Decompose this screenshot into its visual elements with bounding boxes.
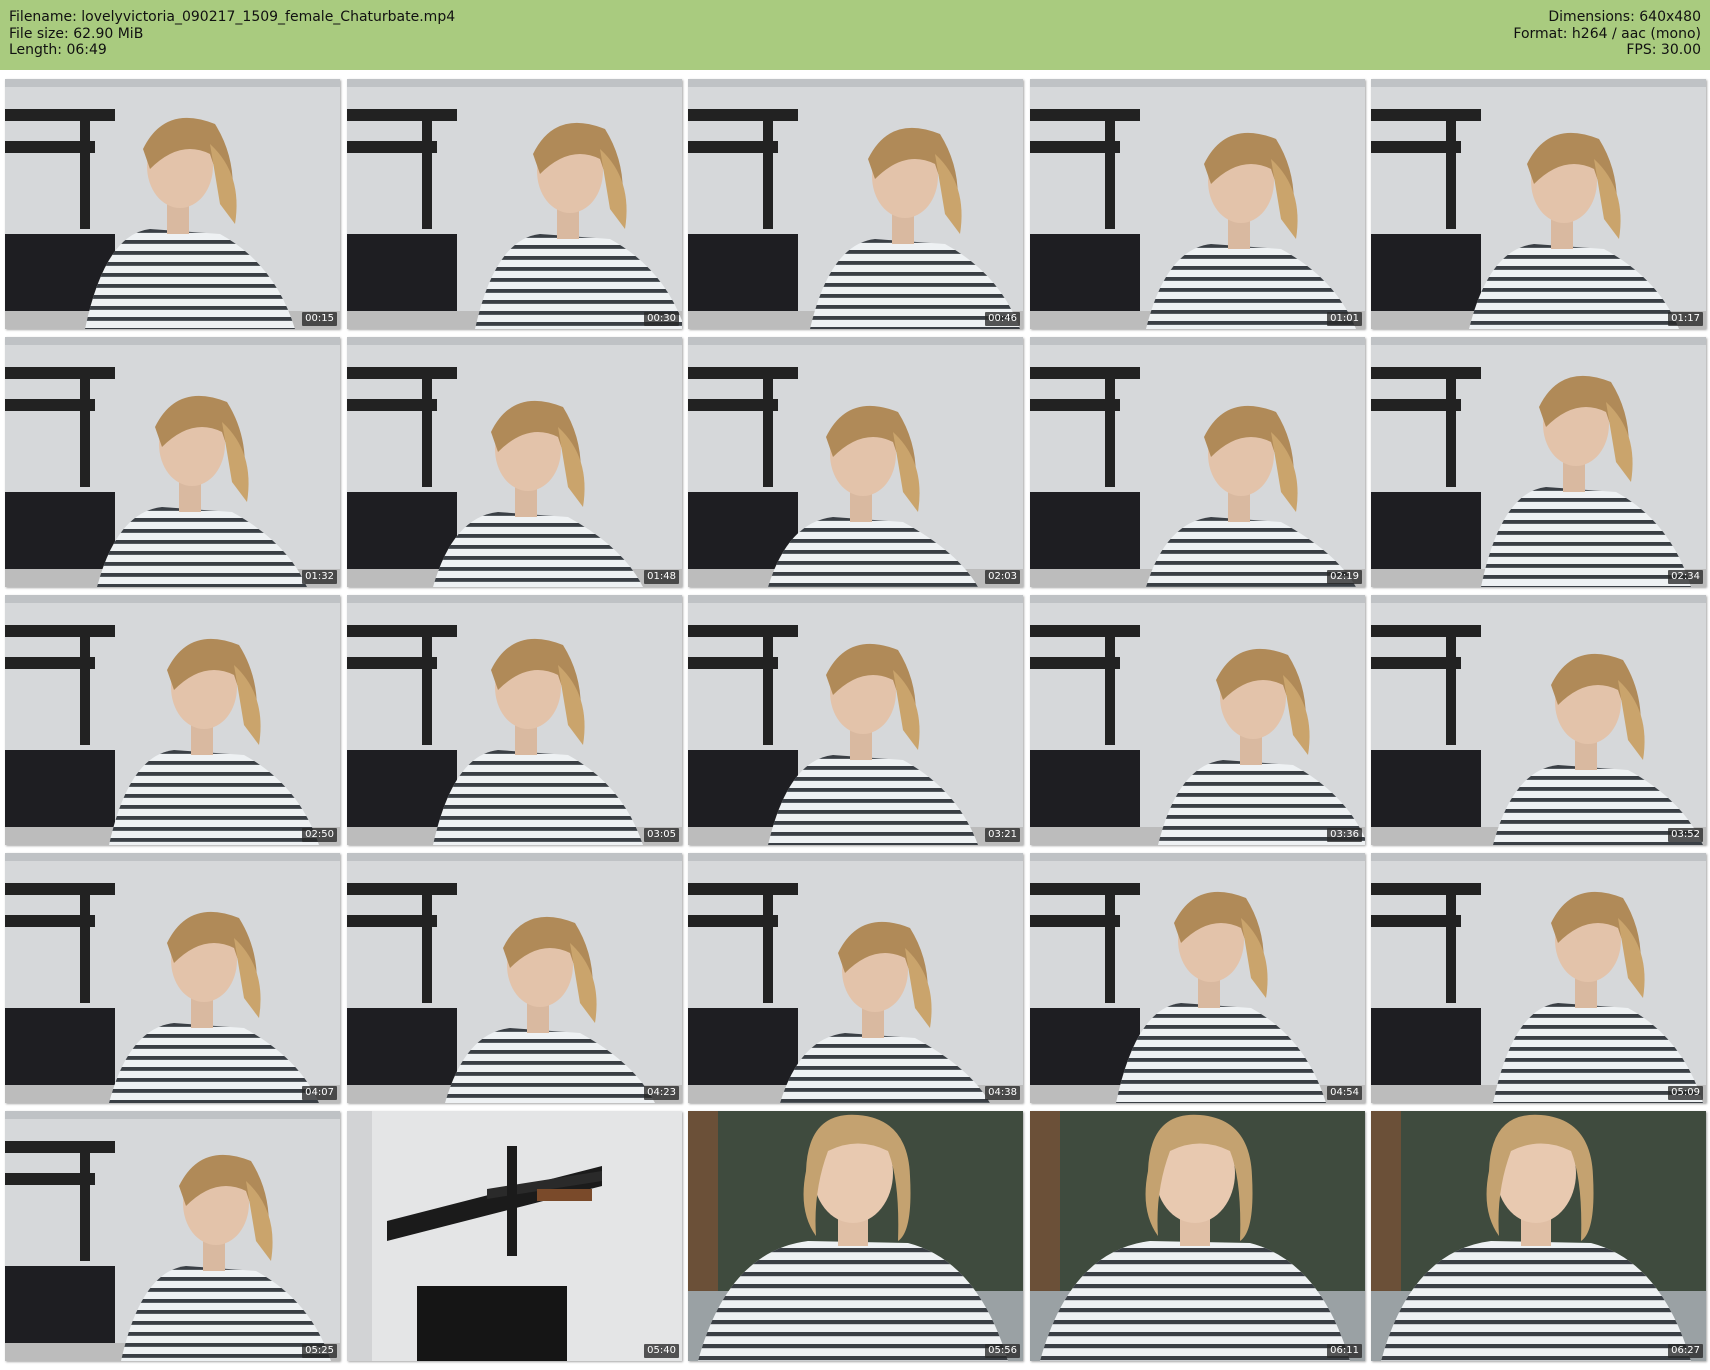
frame-image bbox=[1030, 337, 1365, 587]
timestamp-label: 06:11 bbox=[1327, 1344, 1362, 1358]
timestamp-label: 05:09 bbox=[1668, 1086, 1703, 1100]
frame-image bbox=[688, 595, 1023, 845]
timestamp-label: 02:03 bbox=[985, 570, 1020, 584]
video-thumbnail: 04:23 bbox=[347, 853, 682, 1103]
timestamp-label: 05:56 bbox=[985, 1344, 1020, 1358]
timestamp-label: 04:07 bbox=[302, 1086, 337, 1100]
timestamp-label: 00:46 bbox=[985, 312, 1020, 326]
stream-info: Dimensions: 640x480 Format: h264 / aac (… bbox=[1513, 9, 1701, 59]
video-thumbnail: 00:46 bbox=[688, 79, 1023, 329]
video-thumbnail: 03:52 bbox=[1371, 595, 1706, 845]
filename-text: Filename: lovelyvictoria_090217_1509_fem… bbox=[9, 9, 456, 25]
timestamp-label: 05:40 bbox=[644, 1344, 679, 1358]
video-thumbnail: 04:54 bbox=[1030, 853, 1365, 1103]
video-thumbnail: 03:36 bbox=[1030, 595, 1365, 845]
frame-image bbox=[5, 595, 340, 845]
timestamp-label: 03:05 bbox=[644, 828, 679, 842]
video-thumbnail: 04:07 bbox=[5, 853, 340, 1103]
frame-image bbox=[1371, 79, 1706, 329]
video-thumbnail: 02:19 bbox=[1030, 337, 1365, 587]
timestamp-label: 02:19 bbox=[1327, 570, 1362, 584]
video-thumbnail: 01:32 bbox=[5, 337, 340, 587]
frame-image bbox=[5, 337, 340, 587]
timestamp-label: 01:48 bbox=[644, 570, 679, 584]
video-thumbnail: 01:48 bbox=[347, 337, 682, 587]
frame-image bbox=[688, 79, 1023, 329]
timestamp-label: 00:30 bbox=[644, 312, 679, 326]
timestamp-label: 03:36 bbox=[1327, 828, 1362, 842]
timestamp-label: 05:25 bbox=[302, 1344, 337, 1358]
timestamp-label: 03:52 bbox=[1668, 828, 1703, 842]
video-thumbnail: 04:38 bbox=[688, 853, 1023, 1103]
timestamp-label: 02:50 bbox=[302, 828, 337, 842]
frame-image bbox=[1371, 337, 1706, 587]
frame-image bbox=[1371, 1111, 1706, 1361]
video-thumbnail: 01:01 bbox=[1030, 79, 1365, 329]
video-thumbnail: 02:03 bbox=[688, 337, 1023, 587]
video-thumbnail: 03:21 bbox=[688, 595, 1023, 845]
frame-image bbox=[5, 853, 340, 1103]
frame-image bbox=[5, 79, 340, 329]
dimensions-text: Dimensions: 640x480 bbox=[1548, 9, 1701, 25]
fps-text: FPS: 30.00 bbox=[1626, 42, 1701, 58]
frame-image bbox=[347, 1111, 682, 1361]
video-thumbnail: 01:17 bbox=[1371, 79, 1706, 329]
frame-image bbox=[1371, 853, 1706, 1103]
file-info: Filename: lovelyvictoria_090217_1509_fem… bbox=[9, 9, 455, 59]
timestamp-label: 04:38 bbox=[985, 1086, 1020, 1100]
timestamp-label: 02:34 bbox=[1668, 570, 1703, 584]
frame-image bbox=[5, 1111, 340, 1361]
timestamp-label: 04:54 bbox=[1327, 1086, 1362, 1100]
frame-image bbox=[1030, 1111, 1365, 1361]
timestamp-label: 01:32 bbox=[302, 570, 337, 584]
frame-image bbox=[688, 337, 1023, 587]
timestamp-label: 03:21 bbox=[985, 828, 1020, 842]
timestamp-label: 01:17 bbox=[1668, 312, 1703, 326]
video-thumbnail: 06:27 bbox=[1371, 1111, 1706, 1361]
frame-image bbox=[688, 1111, 1023, 1361]
video-thumbnail: 05:25 bbox=[5, 1111, 340, 1361]
thumbnail-grid: 00:15 00:30 00:46 01:01 01:17 01:32 01:4… bbox=[0, 77, 1710, 1370]
timestamp-label: 00:15 bbox=[302, 312, 337, 326]
format-text: Format: h264 / aac (mono) bbox=[1513, 25, 1701, 42]
frame-image bbox=[347, 853, 682, 1103]
info-header: Filename: lovelyvictoria_090217_1509_fem… bbox=[0, 0, 1710, 70]
timestamp-label: 04:23 bbox=[644, 1086, 679, 1100]
video-thumbnail: 05:40 bbox=[347, 1111, 682, 1361]
length-text: Length: 06:49 bbox=[9, 42, 107, 58]
video-thumbnail: 06:11 bbox=[1030, 1111, 1365, 1361]
video-thumbnail: 02:34 bbox=[1371, 337, 1706, 587]
frame-image bbox=[1030, 79, 1365, 329]
frame-image bbox=[688, 853, 1023, 1103]
frame-image bbox=[347, 337, 682, 587]
frame-image bbox=[347, 79, 682, 329]
video-thumbnail: 05:09 bbox=[1371, 853, 1706, 1103]
video-thumbnail: 00:15 bbox=[5, 79, 340, 329]
frame-image bbox=[1371, 595, 1706, 845]
timestamp-label: 06:27 bbox=[1668, 1344, 1703, 1358]
filesize-text: File size: 62.90 MiB bbox=[9, 25, 144, 42]
video-thumbnail: 05:56 bbox=[688, 1111, 1023, 1361]
video-thumbnail: 00:30 bbox=[347, 79, 682, 329]
frame-image bbox=[1030, 595, 1365, 845]
frame-image bbox=[347, 595, 682, 845]
timestamp-label: 01:01 bbox=[1327, 312, 1362, 326]
frame-image bbox=[1030, 853, 1365, 1103]
video-thumbnail: 03:05 bbox=[347, 595, 682, 845]
video-thumbnail: 02:50 bbox=[5, 595, 340, 845]
